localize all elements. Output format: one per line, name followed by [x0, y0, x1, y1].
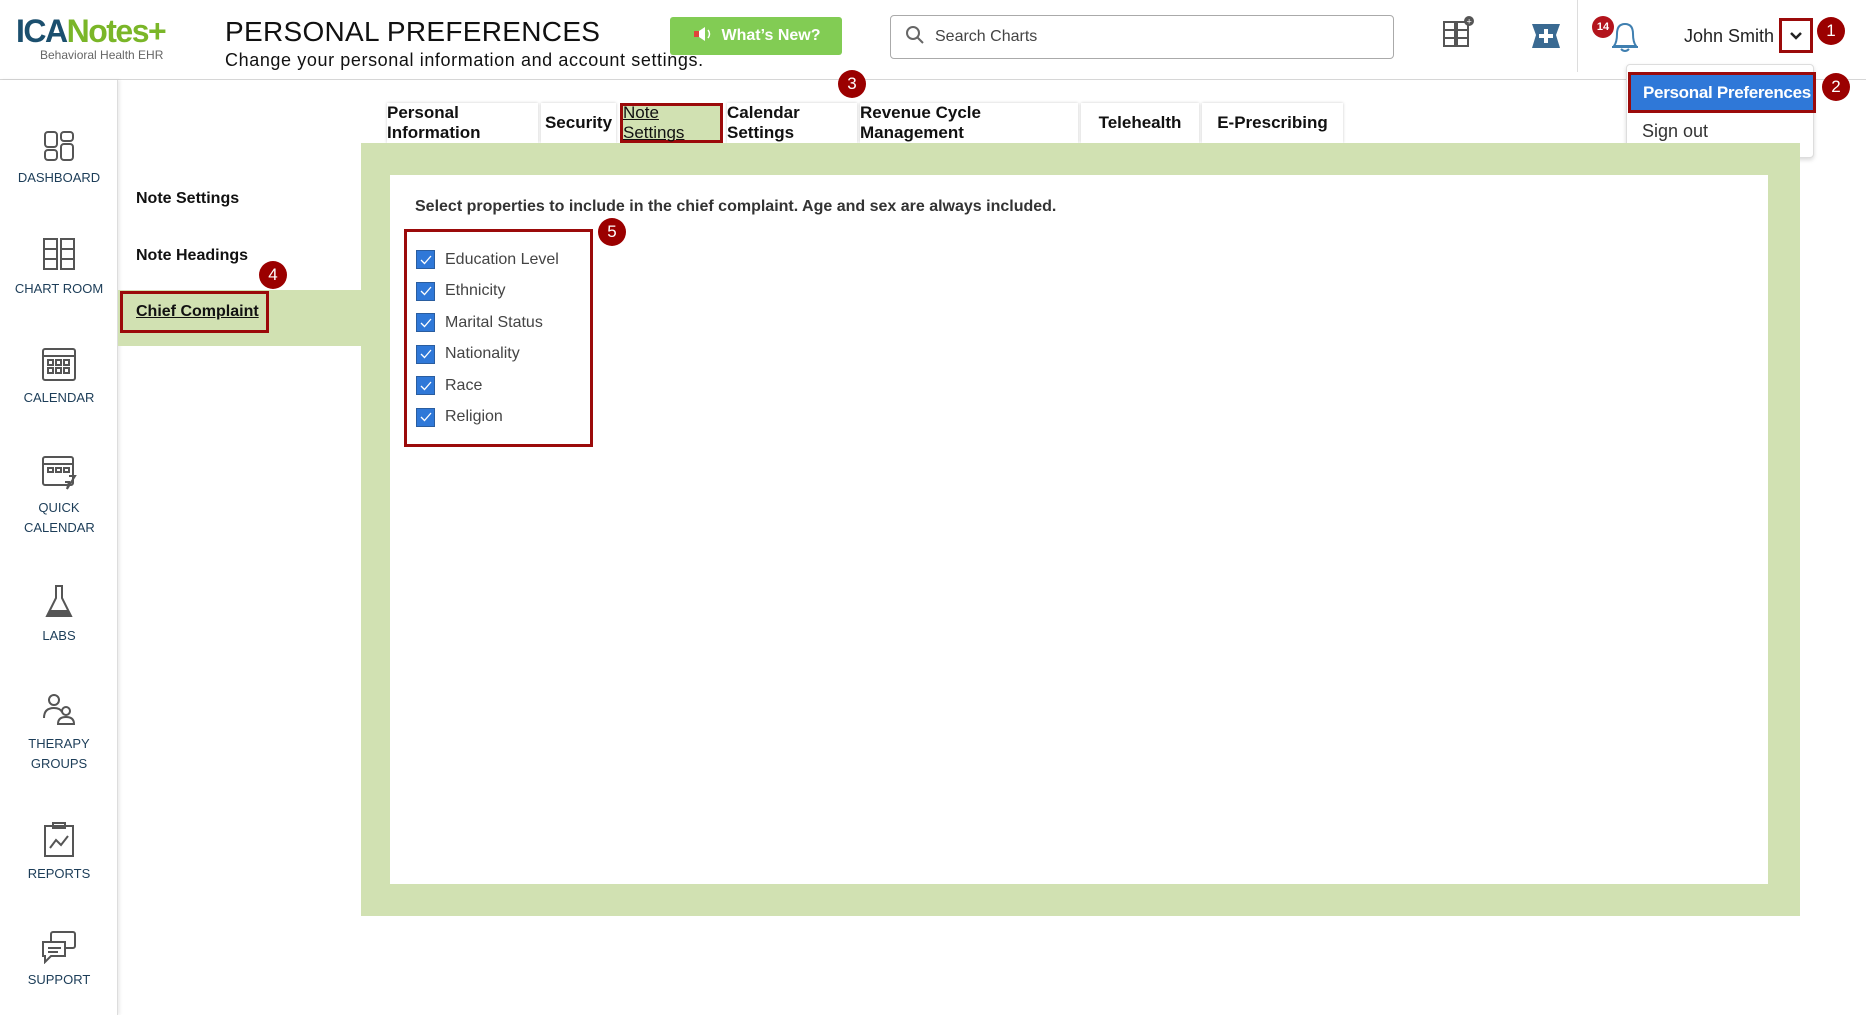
quick-calendar-icon — [42, 456, 77, 490]
checkbox-label: Marital Status — [445, 313, 543, 331]
checkbox[interactable] — [416, 376, 435, 395]
reports-icon — [44, 822, 74, 857]
checkmark-icon — [420, 412, 431, 422]
prescription-icon[interactable] — [1530, 20, 1562, 55]
property-checkbox-row[interactable]: Race — [416, 376, 482, 395]
sidebar-item-therapy-groups[interactable]: THERAPY GROUPS — [0, 692, 118, 774]
checkbox[interactable] — [416, 250, 435, 269]
sidebar-item-dashboard[interactable]: DASHBOARD — [0, 130, 118, 185]
checkbox-label: Religion — [445, 408, 503, 425]
subnav-note-settings[interactable]: Note Settings — [136, 190, 239, 208]
property-checkbox-row[interactable]: Education Level — [416, 250, 559, 269]
search-input[interactable]: Search Charts — [890, 15, 1394, 59]
property-checkbox-row[interactable]: Marital Status — [416, 313, 543, 332]
chevron-down-icon — [1790, 27, 1802, 45]
sidebar-item-quick-calendar[interactable]: QUICK CALENDAR — [0, 454, 118, 538]
step-marker-2: 2 — [1822, 73, 1850, 101]
property-checkbox-row[interactable]: Religion — [416, 407, 503, 427]
chief-complaint-panel — [390, 175, 1768, 884]
checkbox-label: Education Level — [445, 250, 559, 268]
sidebar-item-reports[interactable]: REPORTS — [0, 822, 118, 881]
search-icon — [905, 25, 925, 50]
checkbox[interactable] — [416, 407, 435, 427]
property-checkbox-row[interactable]: Nationality — [416, 344, 520, 364]
property-checkbox-row[interactable]: Ethnicity — [416, 281, 506, 301]
whats-new-button[interactable]: What’s New? — [670, 17, 842, 55]
instruction-text: Select properties to include in the chie… — [415, 198, 1057, 215]
checkbox-label: Race — [445, 376, 483, 394]
sidebar: DASHBOARD CHART ROOM CALENDAR QUICK CALE… — [0, 80, 118, 1015]
tab-personal-information[interactable]: Personal Information — [387, 103, 538, 143]
group-icon — [43, 694, 76, 725]
settings-subnav: Note Settings Note Headings Chief Compla… — [118, 80, 361, 1015]
logo-subtitle: Behavioral Health EHR — [40, 48, 164, 62]
tab-revenue-cycle-management[interactable]: Revenue Cycle Management — [860, 103, 1078, 143]
sidebar-item-calendar[interactable]: CALENDAR — [0, 346, 118, 405]
sidebar-item-support[interactable]: SUPPORT — [0, 930, 118, 987]
checkbox-label: Nationality — [445, 345, 520, 362]
add-chart-icon[interactable]: + — [1442, 16, 1474, 55]
step-marker-4: 4 — [259, 261, 287, 289]
checkmark-icon — [420, 349, 431, 359]
dashboard-icon — [44, 131, 74, 161]
subnav-chief-complaint[interactable]: Chief Complaint — [120, 291, 269, 333]
checkbox[interactable] — [416, 281, 435, 301]
checkmark-icon — [420, 381, 431, 390]
calendar-icon — [42, 348, 76, 381]
header: ICANotes+ Behavioral Health EHR PERSONAL… — [0, 0, 1866, 80]
tab-calendar-settings[interactable]: Calendar Settings — [727, 103, 857, 143]
page-title: PERSONAL PREFERENCES — [225, 16, 601, 47]
checkbox-label: Ethnicity — [445, 282, 506, 299]
notification-badge: 14 — [1592, 16, 1614, 38]
checkmark-icon — [420, 255, 431, 264]
chart-room-icon — [43, 238, 75, 270]
logo[interactable]: ICANotes+ Behavioral Health EHR — [16, 14, 191, 62]
checkmark-icon — [420, 318, 431, 327]
checkbox[interactable] — [416, 313, 435, 332]
checkmark-icon — [420, 286, 431, 296]
user-menu-toggle[interactable] — [1779, 18, 1813, 53]
menu-item-sign-out[interactable]: Sign out — [1642, 121, 1708, 142]
tab-e-prescribing[interactable]: E-Prescribing — [1202, 103, 1343, 143]
tab-security[interactable]: Security — [541, 103, 616, 143]
divider — [1577, 0, 1578, 72]
sidebar-item-chart-room[interactable]: CHART ROOM — [0, 237, 118, 296]
flask-icon — [45, 585, 73, 617]
step-marker-3: 3 — [838, 70, 866, 98]
menu-item-personal-preferences[interactable]: Personal Preferences — [1628, 72, 1816, 113]
support-chat-icon — [42, 931, 76, 964]
subnav-note-headings[interactable]: Note Headings — [136, 247, 248, 265]
sidebar-item-labs[interactable]: LABS — [0, 584, 118, 643]
svg-text:+: + — [1467, 17, 1472, 27]
step-marker-1: 1 — [1817, 17, 1845, 45]
tab-note-settings[interactable]: Note Settings — [620, 103, 723, 143]
page-subtitle: Change your personal information and acc… — [225, 50, 704, 70]
checkbox[interactable] — [416, 344, 435, 364]
step-marker-5: 5 — [598, 218, 626, 246]
megaphone-icon — [692, 26, 714, 47]
user-name[interactable]: John Smith — [1684, 26, 1774, 47]
tab-telehealth[interactable]: Telehealth — [1081, 103, 1199, 143]
